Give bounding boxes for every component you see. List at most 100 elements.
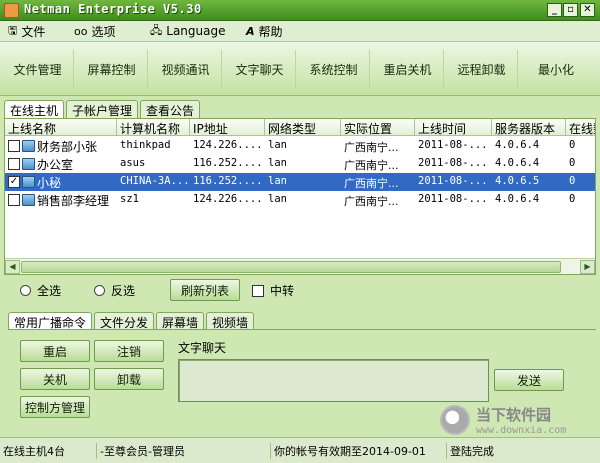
col-net[interactable]: 网络类型 <box>265 119 341 136</box>
host-table: 上线名称 计算机名称 IP地址 网络类型 实际位置 上线时间 服务器版本 在线数… <box>4 118 596 275</box>
horizontal-scrollbar[interactable]: ◀ ▶ <box>5 258 595 274</box>
row-name: 财务部小张 <box>37 139 98 154</box>
tab-broadcast-commands[interactable]: 常用广播命令 <box>8 312 93 330</box>
restart-shutdown-button[interactable]: 重启关机 <box>372 50 444 88</box>
close-button[interactable]: ✕ <box>580 3 595 17</box>
chat-label: 文字聊天 <box>178 341 227 355</box>
tab-online-hosts[interactable]: 在线主机 <box>4 100 65 119</box>
relay-label: 中转 <box>270 284 295 298</box>
row-name: 小秘 <box>37 175 62 190</box>
computer-icon <box>22 194 35 206</box>
menu-options[interactable]: oo 选项 <box>74 23 115 39</box>
row-online: 0 <box>569 139 576 151</box>
invert-select-radio[interactable]: 反选 <box>94 282 135 299</box>
row-version: 4.0.6.4 <box>495 157 540 169</box>
relay-checkbox[interactable]: 中转 <box>252 282 294 299</box>
col-location[interactable]: 实际位置 <box>341 119 415 136</box>
row-location: 广西南宁... <box>344 141 399 154</box>
row-checkbox[interactable] <box>8 158 20 170</box>
row-online: 0 <box>569 175 576 187</box>
title-bar[interactable]: Netman Enterprise V5.30 _ ▫ ✕ <box>0 0 600 21</box>
menu-options-label: 选项 <box>91 24 116 39</box>
controller-manage-button[interactable]: 控制方管理 <box>20 396 90 418</box>
row-version: 4.0.6.5 <box>495 175 540 187</box>
menu-help-label: 帮助 <box>258 24 283 39</box>
table-header: 上线名称 计算机名称 IP地址 网络类型 实际位置 上线时间 服务器版本 在线数 <box>5 119 595 136</box>
video-call-button[interactable]: 视频通讯 <box>150 50 222 88</box>
radio-icon <box>20 285 31 296</box>
refresh-list-button[interactable]: 刷新列表 <box>170 279 240 301</box>
menu-file-label: 文件 <box>21 24 46 39</box>
tab-file-distribution[interactable]: 文件分发 <box>94 312 155 330</box>
app-icon <box>4 3 19 18</box>
text-chat-button[interactable]: 文字聊天 <box>224 50 296 88</box>
row-time: 2011-08-... <box>418 157 488 169</box>
table-row[interactable]: 销售部李经理 sz1 124.226.... lan 广西南宁... 2011-… <box>5 191 595 209</box>
status-bar: 在线主机4台 -至尊会员-管理员 你的帐号有效期至2014-09-01 登陆完成 <box>0 437 600 463</box>
menu-help[interactable]: A 帮助 <box>246 23 283 39</box>
col-name[interactable]: 上线名称 <box>5 119 117 136</box>
tab-screen-wall[interactable]: 屏幕墙 <box>156 312 205 330</box>
radio-icon <box>94 285 105 296</box>
scroll-left-icon[interactable]: ◀ <box>5 260 20 274</box>
chat-input[interactable] <box>178 359 489 402</box>
watermark: 当下软件园 www.downxia.com <box>440 400 600 440</box>
invert-select-label: 反选 <box>111 284 136 298</box>
select-all-radio[interactable]: 全选 <box>20 282 61 299</box>
status-online-count: 在线主机4台 <box>3 445 65 458</box>
minimize-tool-button[interactable]: 最小化 <box>520 50 592 88</box>
table-row-selected[interactable]: ✓ 小秘 CHINA-3A... 116.252.... lan 广西南宁... … <box>5 173 595 191</box>
row-online: 0 <box>569 157 576 169</box>
col-ip[interactable]: IP地址 <box>190 119 265 136</box>
watermark-url: www.downxia.com <box>476 425 567 436</box>
status-expire: 你的帐号有效期至2014-09-01 <box>270 443 426 459</box>
row-net: lan <box>268 139 287 151</box>
row-checkbox[interactable] <box>8 140 20 152</box>
status-login: 登陆完成 <box>446 443 494 459</box>
file-manage-button[interactable]: 文件管理 <box>2 50 74 88</box>
row-computer: sz1 <box>120 193 139 205</box>
col-computer[interactable]: 计算机名称 <box>117 119 190 136</box>
col-online[interactable]: 在线数 <box>566 119 595 136</box>
send-button[interactable]: 发送 <box>494 369 564 391</box>
tab-announcements[interactable]: 查看公告 <box>140 100 201 118</box>
screen-control-button[interactable]: 屏幕控制 <box>76 50 148 88</box>
row-net: lan <box>268 193 287 205</box>
table-row[interactable]: 财务部小张 thinkpad 124.226.... lan 广西南宁... 2… <box>5 137 595 155</box>
watermark-name: 当下软件园 <box>476 406 552 424</box>
row-net: lan <box>268 157 287 169</box>
scroll-thumb[interactable] <box>21 261 561 273</box>
menu-language[interactable]: 🖧 Language <box>150 23 226 39</box>
main-tabs: 在线主机 子帐户管理 查看公告 <box>4 100 202 119</box>
row-checkbox-checked[interactable]: ✓ <box>8 176 20 188</box>
shutdown-button[interactable]: 关机 <box>20 368 90 390</box>
row-ip: 116.252.... <box>193 157 263 169</box>
row-computer: CHINA-3A... <box>120 175 190 187</box>
computer-icon <box>22 140 35 152</box>
status-member: -至尊会员-管理员 <box>96 443 185 459</box>
table-row[interactable]: 办公室 asus 116.252.... lan 广西南宁... 2011-08… <box>5 155 595 173</box>
row-checkbox[interactable] <box>8 194 20 206</box>
row-time: 2011-08-... <box>418 193 488 205</box>
computer-icon <box>22 158 35 170</box>
logout-button[interactable]: 注销 <box>94 340 164 362</box>
disk-icon: 🖫 <box>8 23 18 37</box>
tab-sub-accounts[interactable]: 子帐户管理 <box>66 100 139 118</box>
selection-toolbar: 全选 反选 刷新列表 中转 <box>0 276 600 302</box>
scroll-right-icon[interactable]: ▶ <box>580 260 595 274</box>
restore-button[interactable]: ▫ <box>563 3 578 17</box>
restart-button[interactable]: 重启 <box>20 340 90 362</box>
col-time[interactable]: 上线时间 <box>415 119 492 136</box>
menu-file[interactable]: 🖫 文件 <box>8 23 45 39</box>
tab-video-wall[interactable]: 视频墙 <box>206 312 255 330</box>
menu-language-label: Language <box>166 24 226 38</box>
glasses-icon: oo <box>74 24 88 38</box>
col-version[interactable]: 服务器版本 <box>492 119 566 136</box>
uninstall-button[interactable]: 卸载 <box>94 368 164 390</box>
row-computer: thinkpad <box>120 139 171 151</box>
system-control-button[interactable]: 系统控制 <box>298 50 370 88</box>
row-location: 广西南宁... <box>344 177 399 190</box>
remote-uninstall-button[interactable]: 远程卸载 <box>446 50 518 88</box>
toolbar: 文件管理 屏幕控制 视频通讯 文字聊天 系统控制 重启关机 远程卸载 最小化 <box>0 41 600 96</box>
minimize-button[interactable]: _ <box>547 3 562 17</box>
